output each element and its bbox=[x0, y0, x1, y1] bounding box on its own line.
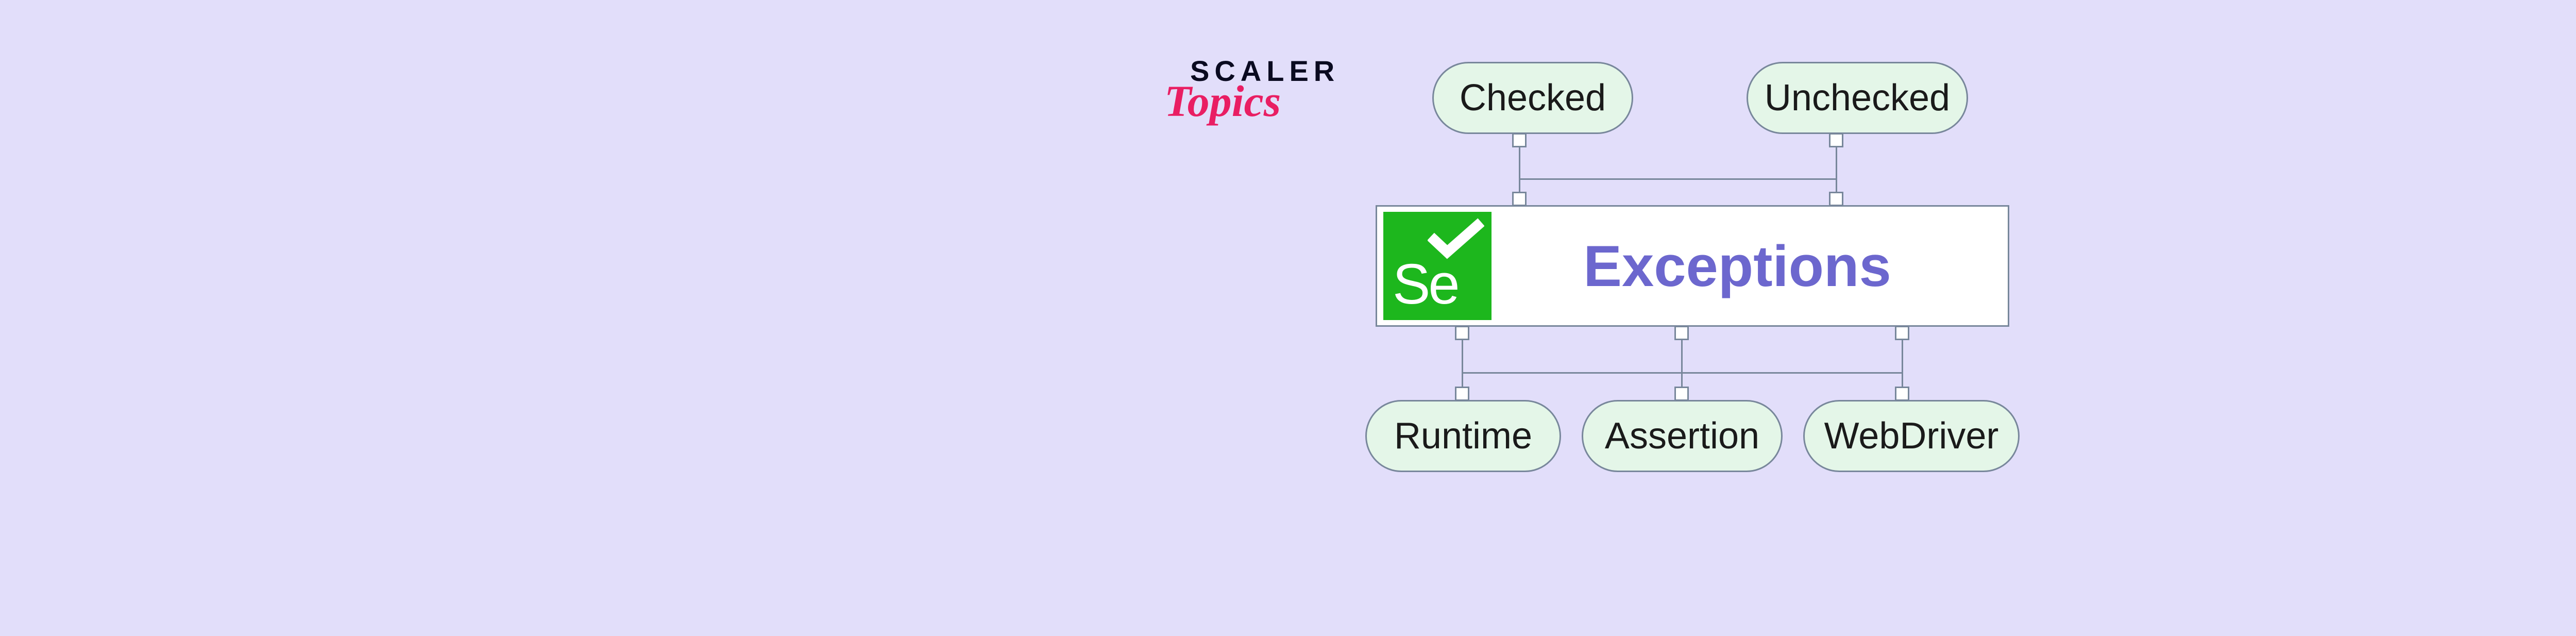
connector-line bbox=[1462, 340, 1463, 373]
selenium-icon: Se bbox=[1383, 212, 1492, 320]
connector-line bbox=[1902, 373, 1903, 388]
node-label: WebDriver bbox=[1824, 415, 1999, 457]
node-label: Checked bbox=[1460, 77, 1606, 119]
connector-line bbox=[1681, 340, 1683, 373]
connector-stub bbox=[1455, 387, 1469, 401]
connector-stub bbox=[1512, 133, 1527, 147]
main-title: Exceptions bbox=[1498, 233, 2008, 299]
connector-line bbox=[1519, 179, 1520, 193]
connector-line bbox=[1836, 147, 1837, 179]
selenium-icon-text: Se bbox=[1383, 252, 1458, 320]
node-label: Assertion bbox=[1605, 415, 1759, 457]
connector-line bbox=[1462, 373, 1463, 388]
node-unchecked: Unchecked bbox=[1747, 62, 1968, 134]
connector-stub bbox=[1455, 326, 1469, 340]
connector-stub bbox=[1829, 192, 1843, 206]
connector-stub bbox=[1895, 326, 1909, 340]
node-checked: Checked bbox=[1432, 62, 1633, 134]
connector-line bbox=[1681, 373, 1683, 388]
node-assertion: Assertion bbox=[1582, 400, 1783, 472]
connector-line bbox=[1519, 178, 1837, 180]
connector-stub bbox=[1895, 387, 1909, 401]
connector-stub bbox=[1674, 326, 1689, 340]
diagram-canvas: SCALER Topics Checked Unchecked Se Excep… bbox=[927, 0, 2164, 636]
connector-stub bbox=[1829, 133, 1843, 147]
connector-line bbox=[1519, 147, 1520, 179]
scaler-topics-logo: SCALER Topics bbox=[1190, 54, 1340, 127]
main-exceptions-box: Se Exceptions bbox=[1376, 205, 2009, 327]
node-label: Unchecked bbox=[1765, 77, 1950, 119]
connector-line bbox=[1836, 179, 1837, 193]
node-runtime: Runtime bbox=[1365, 400, 1561, 472]
connector-stub bbox=[1674, 387, 1689, 401]
connector-stub bbox=[1512, 192, 1527, 206]
node-webdriver: WebDriver bbox=[1803, 400, 2020, 472]
connector-line bbox=[1902, 340, 1903, 373]
checkmark-icon bbox=[1428, 218, 1484, 259]
node-label: Runtime bbox=[1394, 415, 1532, 457]
